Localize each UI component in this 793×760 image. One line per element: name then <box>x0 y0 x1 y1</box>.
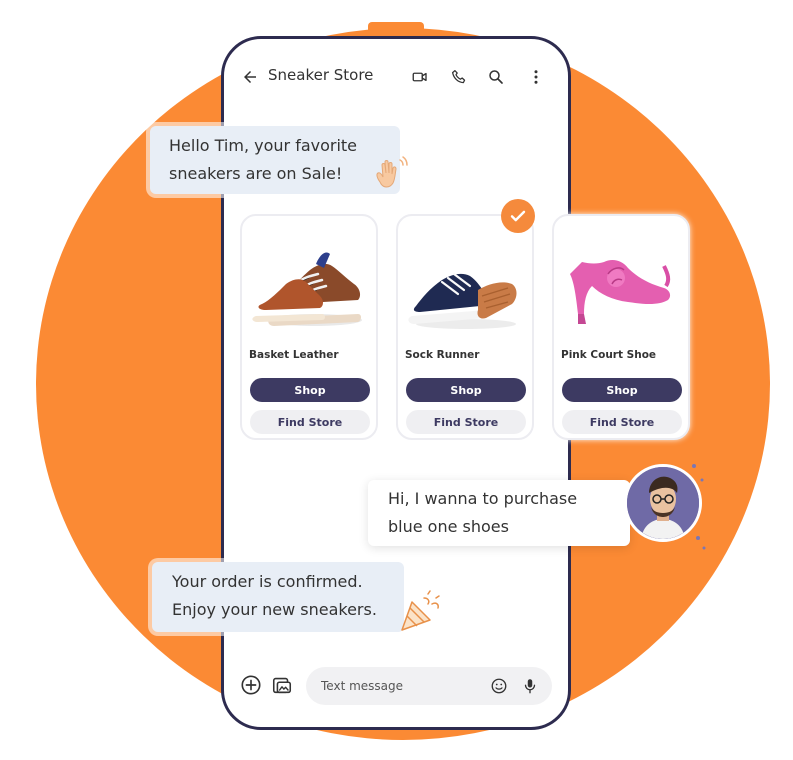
navy-sock-runner-image <box>408 272 517 329</box>
find-store-button[interactable]: Find Store <box>406 410 526 434</box>
product-name: Basket Leather <box>249 349 339 361</box>
back-arrow-icon[interactable] <box>241 68 259 86</box>
phone-icon[interactable] <box>450 68 468 86</box>
text-message-field[interactable] <box>306 667 552 705</box>
emoji-icon[interactable] <box>490 677 508 695</box>
selected-check-icon <box>501 199 535 233</box>
reply-line-2: blue one shoes <box>388 517 509 536</box>
reply-line-1: Hi, I wanna to purchase <box>388 489 578 508</box>
add-circle-icon[interactable] <box>240 674 262 696</box>
greeting-line-1: Hello Tim, your favorite <box>169 136 358 155</box>
confetti-dots-icon <box>686 460 708 560</box>
greeting-line-2: sneakers are on Sale! <box>169 164 343 183</box>
chat-title: Sneaker Store <box>268 66 374 84</box>
outgoing-reply-bubble: Hi, I wanna to purchase blue one shoes <box>368 480 630 546</box>
video-call-icon[interactable] <box>411 68 429 86</box>
app-header: Sneaker Store <box>224 39 568 111</box>
incoming-confirmation-bubble: Your order is confirmed. Enjoy your new … <box>152 562 404 632</box>
find-store-button[interactable]: Find Store <box>250 410 370 434</box>
message-composer <box>224 663 568 727</box>
more-vert-icon[interactable] <box>527 68 545 86</box>
shop-button[interactable]: Shop <box>406 378 526 402</box>
product-card-basket-leather: Basket Leather Shop Find Store <box>240 214 378 440</box>
gallery-icon[interactable] <box>271 674 293 696</box>
pink-court-shoe-image <box>570 260 671 324</box>
search-icon[interactable] <box>487 68 505 86</box>
find-store-button[interactable]: Find Store <box>562 410 682 434</box>
shop-button[interactable]: Shop <box>562 378 682 402</box>
text-message-input[interactable] <box>319 678 473 694</box>
shop-button[interactable]: Shop <box>250 378 370 402</box>
product-card-sock-runner: Sock Runner Shop Find Store <box>396 214 534 440</box>
brown-leather-sneaker-image <box>252 252 362 326</box>
waving-hand-icon <box>370 152 412 198</box>
confirmation-line-1: Your order is confirmed. <box>172 572 363 591</box>
confirmation-line-2: Enjoy your new sneakers. <box>172 600 377 619</box>
microphone-icon[interactable] <box>521 677 539 695</box>
party-popper-icon <box>398 590 442 638</box>
product-card-pink-court-shoe: Pink Court Shoe Shop Find Store <box>552 214 690 440</box>
product-name: Pink Court Shoe <box>561 349 657 361</box>
incoming-greeting-bubble: Hello Tim, your favorite sneakers are on… <box>150 126 400 194</box>
product-name: Sock Runner <box>405 349 480 361</box>
